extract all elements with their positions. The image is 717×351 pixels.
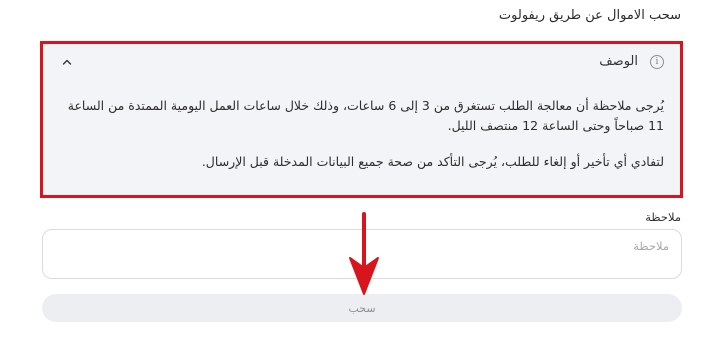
note-label: ملاحظة <box>645 210 681 224</box>
withdraw-button[interactable]: سحب <box>42 294 682 322</box>
annotation-arrow-icon <box>349 212 379 295</box>
description-label: الوصف <box>599 54 638 69</box>
description-text: يُرجى ملاحظة أن معالجة الطلب تستغرق من 3… <box>57 96 664 172</box>
info-icon: i <box>650 55 664 69</box>
description-paragraph: لتفادي أي تأخير أو إلغاء للطلب، يُرجى ال… <box>201 154 664 169</box>
page-title: سحب الاموال عن طريق ريفولوت <box>498 8 681 23</box>
chevron-up-icon[interactable] <box>61 56 73 68</box>
description-header[interactable]: i الوصف <box>57 54 664 74</box>
description-paragraph: يُرجى ملاحظة أن معالجة الطلب تستغرق من 3… <box>67 98 664 133</box>
description-panel: i الوصف يُرجى ملاحظة أن معالجة الطلب تست… <box>40 41 683 198</box>
